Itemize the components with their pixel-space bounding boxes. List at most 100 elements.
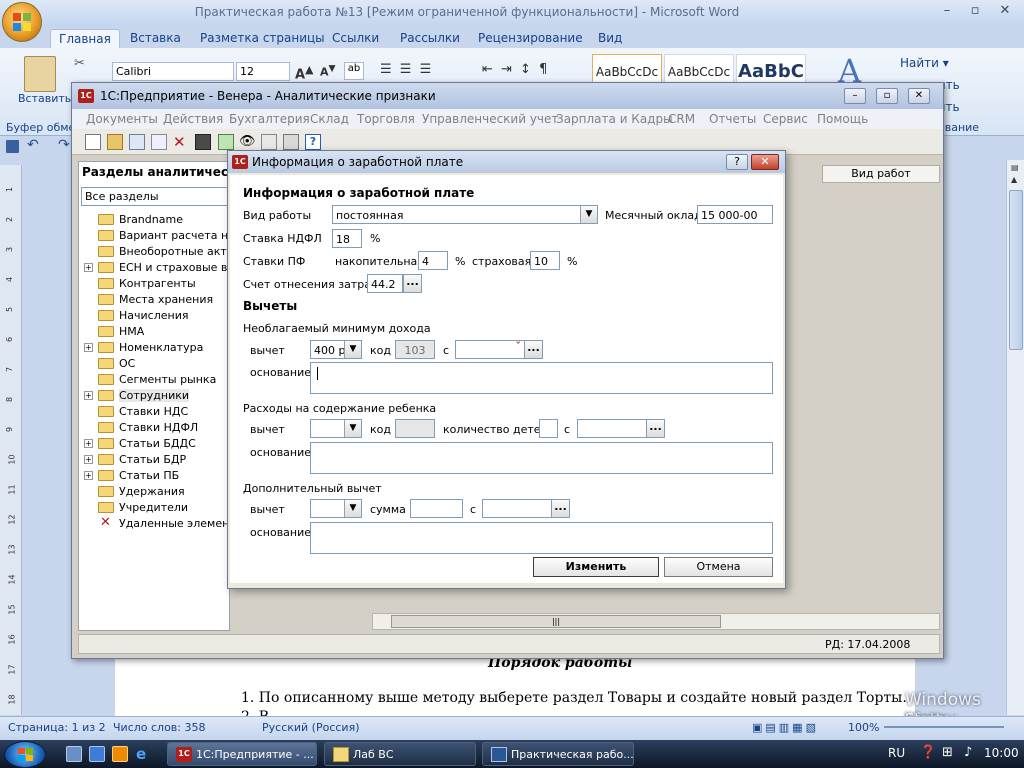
cancel-button[interactable]: Отмена	[664, 557, 773, 577]
volume-icon[interactable]: ♪	[964, 745, 972, 760]
menu-service[interactable]: Сервис	[763, 112, 808, 126]
open-folder-icon[interactable]	[107, 134, 123, 150]
redo-icon[interactable]: ↷	[58, 137, 70, 153]
from2-date-field[interactable]	[577, 419, 647, 438]
media-player-icon[interactable]	[112, 746, 128, 762]
maximize-button[interactable]: ▫	[962, 2, 988, 20]
status-language[interactable]: Русский (Россия)	[262, 721, 360, 734]
scroll-thumb[interactable]	[1009, 190, 1023, 350]
start-button[interactable]	[4, 741, 46, 768]
basis2-textarea[interactable]	[310, 442, 773, 474]
expand-icon[interactable]: +	[84, 455, 93, 464]
menu-accounting[interactable]: Бухгалтерия	[229, 112, 310, 126]
paste-button[interactable]: Вставить	[18, 92, 71, 105]
menu-payroll[interactable]: Зарплата и Кадры	[556, 112, 673, 126]
clock[interactable]: 10:00	[984, 746, 1019, 760]
onec-horizontal-scrollbar[interactable]: |||	[372, 613, 940, 630]
save-icon[interactable]	[6, 140, 19, 153]
menu-trade[interactable]: Торговля	[357, 112, 415, 126]
settings-icon[interactable]	[283, 134, 299, 150]
edit-icon[interactable]	[129, 134, 145, 150]
tab-references[interactable]: Ссылки	[324, 29, 387, 48]
status-words[interactable]: Число слов: 358	[113, 721, 206, 734]
tab-page-layout[interactable]: Разметка страницы	[192, 29, 333, 48]
salary-field[interactable]: 15 000-00	[697, 205, 773, 224]
ndfl-field[interactable]: 18	[332, 229, 362, 248]
from2-choose-button[interactable]: ...	[646, 419, 665, 438]
refresh-icon[interactable]	[218, 134, 234, 150]
font-name-select[interactable]: Calibri	[112, 62, 234, 81]
onec-close-button[interactable]: ✕	[908, 88, 930, 104]
help-icon[interactable]: ?	[305, 134, 321, 150]
scroll-up-icon[interactable]: ▲	[1011, 175, 1017, 184]
tab-home[interactable]: Главная	[50, 29, 120, 48]
tab-view[interactable]: Вид	[590, 29, 630, 48]
deduction3-select[interactable]: ▼	[310, 499, 362, 518]
menu-actions[interactable]: Действия	[163, 112, 223, 126]
grow-font-icon[interactable]: A▲	[295, 63, 313, 82]
account-choose-button[interactable]: ...	[403, 274, 422, 293]
cut-icon[interactable]: ✂	[74, 56, 85, 71]
menu-help[interactable]: Помощь	[817, 112, 868, 126]
scroll-thumb[interactable]: |||	[391, 615, 721, 628]
onec-minimize-button[interactable]: –	[844, 88, 866, 104]
code1-field[interactable]: 103	[395, 340, 435, 359]
expand-icon[interactable]: +	[84, 343, 93, 352]
onec-maximize-button[interactable]: ▫	[876, 88, 898, 104]
pf-accum-field[interactable]: 4	[418, 251, 448, 270]
change-button[interactable]: Изменить	[533, 557, 659, 577]
from1-date-field[interactable]: ˇ	[455, 340, 525, 359]
font-size-select[interactable]: 12	[236, 62, 290, 81]
menu-reports[interactable]: Отчеты	[709, 112, 756, 126]
zoom-slider[interactable]	[884, 726, 1004, 728]
save-icon[interactable]	[195, 134, 211, 150]
tab-review[interactable]: Рецензирование	[470, 29, 591, 48]
expand-icon[interactable]: +	[84, 439, 93, 448]
chevron-down-icon[interactable]: ▼	[344, 500, 361, 517]
show-desktop-icon[interactable]	[66, 746, 82, 762]
basis1-textarea[interactable]	[310, 362, 773, 394]
expand-icon[interactable]: +	[84, 263, 93, 272]
minimize-button[interactable]: –	[934, 2, 960, 20]
expand-icon[interactable]: +	[84, 391, 93, 400]
list-icons[interactable]: ☰ ☰ ☰	[380, 62, 433, 77]
menu-management[interactable]: Управленческий учет	[422, 112, 558, 126]
from3-date-field[interactable]	[482, 499, 552, 518]
from1-choose-button[interactable]: ...	[524, 340, 543, 359]
menu-documents[interactable]: Документы	[86, 112, 158, 126]
status-zoom[interactable]: 100%	[848, 721, 879, 734]
clear-format-icon[interactable]: ab	[344, 62, 364, 80]
binoculars-icon[interactable]: 👁	[239, 134, 256, 150]
work-type-select[interactable]: постоянная ▼	[332, 205, 598, 224]
children-field[interactable]	[539, 419, 558, 438]
copy-icon[interactable]	[151, 134, 167, 150]
find-button[interactable]: Найти ▾	[900, 56, 949, 70]
task-word[interactable]: Практическая рабо...	[482, 742, 634, 766]
switch-windows-icon[interactable]	[89, 746, 105, 762]
code2-field[interactable]	[395, 419, 435, 438]
tab-mailings[interactable]: Рассылки	[392, 29, 468, 48]
language-indicator[interactable]: RU	[888, 746, 905, 760]
chevron-down-icon[interactable]: ▼	[344, 341, 361, 358]
chevron-down-icon[interactable]: ▼	[344, 420, 361, 437]
menu-warehouse[interactable]: Склад	[310, 112, 349, 126]
sections-filter-select[interactable]: Все разделы	[81, 187, 229, 206]
close-button[interactable]: ✕	[992, 2, 1018, 20]
expand-icon[interactable]: +	[84, 471, 93, 480]
paste-icon[interactable]	[24, 56, 56, 92]
indent-icons[interactable]: ⇤ ⇥ ↕ ¶	[482, 62, 549, 77]
basis3-textarea[interactable]	[310, 522, 773, 554]
delete-icon[interactable]: ✕	[173, 134, 189, 150]
print-icon[interactable]	[261, 134, 277, 150]
word-vertical-scrollbar[interactable]: ▤ ▲	[1006, 160, 1024, 715]
chevron-down-icon[interactable]: ▼	[580, 206, 597, 223]
new-document-icon[interactable]	[85, 134, 101, 150]
status-page[interactable]: Страница: 1 из 2	[8, 721, 106, 734]
pf-ins-field[interactable]: 10	[530, 251, 560, 270]
deduction1-select[interactable]: 400 р. ▼	[310, 340, 362, 359]
internet-explorer-icon[interactable]: e	[136, 746, 152, 762]
from3-choose-button[interactable]: ...	[551, 499, 570, 518]
ruler-toggle-icon[interactable]: ▤	[1011, 163, 1019, 172]
dialog-close-button[interactable]: ✕	[751, 154, 779, 170]
view-buttons[interactable]: ▣▤▥▦▧	[752, 721, 819, 734]
